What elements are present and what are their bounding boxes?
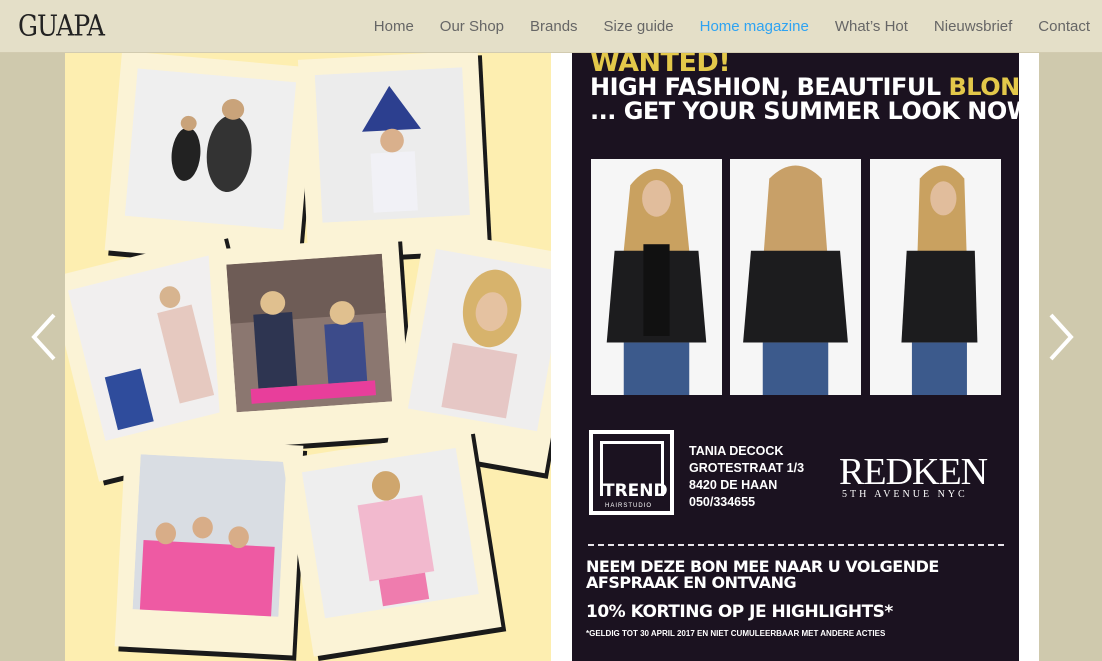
nav-size-guide[interactable]: Size guide <box>604 18 674 35</box>
chevron-left-icon <box>31 313 56 361</box>
voucher-text: NEEM DEZE BON MEE NAAR U VOLGENDE AFSPRA… <box>586 557 939 592</box>
polaroid-photo <box>208 236 412 450</box>
trend-hairstudio-logo: TREND HAIRSTUDIO <box>589 430 674 515</box>
nav-home-magazine[interactable]: Home magazine <box>700 18 809 35</box>
collage-page <box>65 53 551 661</box>
address-phone: 050/334655 <box>689 495 756 509</box>
polaroid-photo <box>104 53 316 268</box>
salon-address: TANIA DECOCK GROTESTRAAT 1/3 8420 DE HAA… <box>689 443 804 511</box>
model-photo-back <box>730 159 861 395</box>
address-line: GROTESTRAAT 1/3 <box>689 461 805 475</box>
polaroid-photo <box>114 436 304 656</box>
nav-home[interactable]: Home <box>374 18 414 35</box>
address-line: 8420 DE HAAN <box>689 478 778 492</box>
salon-advertisement: WANTED! HIGH FASHION, BEAUTIFUL BLONDE .… <box>572 53 1019 661</box>
model-photo-side <box>870 159 1001 395</box>
nav-contact[interactable]: Contact <box>1038 18 1090 35</box>
magazine-slider: WANTED! HIGH FASHION, BEAUTIFUL BLONDE .… <box>0 53 1102 661</box>
site-header: GUAPA Home Our Shop Brands Size guide Ho… <box>0 0 1102 53</box>
site-logo[interactable]: GUAPA <box>18 9 105 42</box>
slider-prev-button[interactable] <box>26 311 62 363</box>
address-line: TANIA DECOCK <box>689 444 784 458</box>
slider-next-button[interactable] <box>1043 311 1079 363</box>
main-nav: Home Our Shop Brands Size guide Home mag… <box>348 0 1090 53</box>
nav-nieuwsbrief[interactable]: Nieuwsbrief <box>934 18 1012 35</box>
redken-logo: REDKEN <box>839 451 988 493</box>
coupon-divider <box>588 544 1004 546</box>
nav-our-shop[interactable]: Our Shop <box>440 18 504 35</box>
magazine-spread: WANTED! HIGH FASHION, BEAUTIFUL BLONDE .… <box>65 53 1039 661</box>
nav-brands[interactable]: Brands <box>530 18 578 35</box>
model-photo-front <box>591 159 722 395</box>
discount-offer: 10% KORTING OP JE HIGHLIGHTS* <box>586 602 893 622</box>
fineprint: *GELDIG TOT 30 APRIL 2017 EN NIET CUMULE… <box>586 629 886 638</box>
redken-subtitle: 5TH AVENUE NYC <box>842 489 968 500</box>
nav-whats-hot[interactable]: What’s Hot <box>835 18 908 35</box>
polaroid-photo <box>282 429 502 657</box>
chevron-right-icon <box>1049 313 1074 361</box>
ad-headline-line2: ... GET YOUR SUMMER LOOK NOW <box>590 97 1019 125</box>
polaroid-photo <box>297 53 489 260</box>
